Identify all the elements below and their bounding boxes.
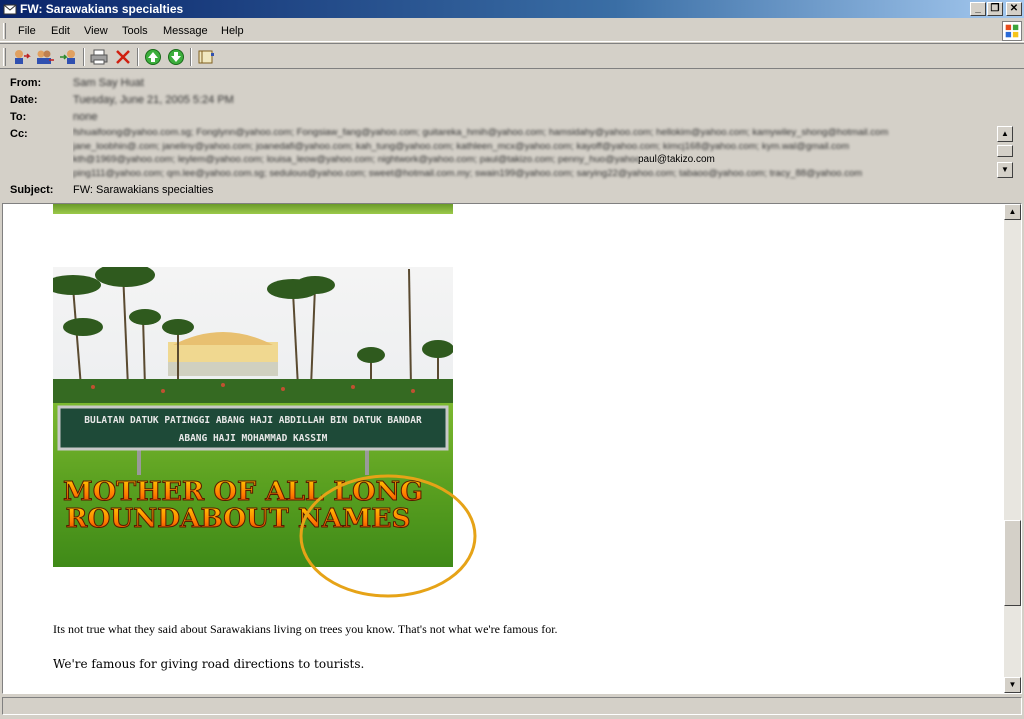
toolbar-separator [137, 48, 139, 66]
cc-line: ping111@yahoo.com; qm.lee@yahoo.com.sg; … [73, 167, 863, 179]
to-label: To: [10, 111, 27, 123]
cc-field[interactable]: fshuaifoong@yahoo.com.sg; Fonglynn@yahoo… [73, 126, 995, 182]
paragraph-directions: We're famous for giving road directions … [53, 657, 365, 671]
title-bar: FW: Sarawakians specialties _ ❐ ✕ [0, 0, 1024, 18]
print-icon[interactable] [89, 48, 109, 66]
subject-label: Subject: [10, 184, 54, 196]
next-icon[interactable] [166, 48, 186, 66]
from-label: From: [10, 77, 42, 89]
highlight-circle [299, 474, 477, 598]
message-header: From: Sam Say Huat Date: Tuesday, June 2… [0, 70, 1024, 202]
to-value: none [73, 111, 98, 123]
paragraph-trees: Its not true what they said about Sarawa… [53, 622, 558, 636]
status-bar [2, 697, 1022, 715]
scroll-thumb[interactable] [997, 145, 1013, 157]
cc-label: Cc: [10, 128, 28, 140]
date-label: Date: [10, 94, 38, 106]
toolbar [0, 43, 1024, 69]
scroll-thumb[interactable] [1004, 520, 1021, 606]
cc-line: fshuaifoong@yahoo.com.sg; Fonglynn@yahoo… [73, 127, 889, 138]
toolbar-separator [190, 48, 192, 66]
previous-image-bottom [53, 204, 453, 214]
toolbar-separator [83, 48, 85, 66]
restore-button[interactable]: ❐ [987, 2, 1003, 16]
sign-line-1: BULATAN DATUK PATINGGI ABANG HAJI ABDILL… [84, 415, 422, 426]
address-book-icon[interactable] [196, 48, 216, 66]
cc-scrollbar[interactable]: ▲ ▼ [997, 126, 1013, 180]
reply-icon[interactable] [11, 48, 31, 66]
scroll-down-icon[interactable]: ▼ [1004, 677, 1021, 693]
date-value: Tuesday, June 21, 2005 5:24 PM [73, 94, 234, 106]
envelope-icon [3, 4, 17, 15]
menu-grip [3, 23, 6, 39]
window-title: FW: Sarawakians specialties [20, 2, 184, 16]
cc-visible-address: paul@takizo.com [638, 153, 715, 167]
menu-edit[interactable]: Edit [51, 25, 70, 37]
scroll-up-icon[interactable]: ▲ [997, 126, 1013, 142]
delete-icon[interactable] [113, 48, 133, 66]
close-button[interactable]: ✕ [1006, 2, 1022, 16]
windows-logo-icon [1002, 21, 1022, 41]
message-content: BULATAN DATUK PATINGGI ABANG HAJI ABDILL… [3, 204, 1004, 693]
scroll-down-icon[interactable]: ▼ [997, 162, 1013, 178]
cc-line: kth@1969@yahoo.com; leylem@yahoo.com; lo… [73, 154, 662, 165]
previous-icon[interactable] [143, 48, 163, 66]
subject-value: FW: Sarawakians specialties [73, 184, 214, 196]
menu-message[interactable]: Message [163, 25, 208, 37]
scroll-up-icon[interactable]: ▲ [1004, 204, 1021, 220]
toolbar-grip [3, 48, 6, 66]
reply-all-icon[interactable] [35, 48, 55, 66]
from-value: Sam Say Huat [73, 77, 144, 89]
cc-line: jane_loobhin@.com; janeliny@yahoo.com; j… [73, 140, 850, 152]
menu-tools[interactable]: Tools [122, 25, 148, 37]
sign-line-2: ABANG HAJI MOHAMMAD KASSIM [179, 433, 328, 444]
minimize-button[interactable]: _ [970, 2, 986, 16]
menu-file[interactable]: File [18, 25, 36, 37]
message-scrollbar[interactable]: ▲ ▼ [1004, 204, 1021, 693]
menu-view[interactable]: View [84, 25, 108, 37]
forward-icon[interactable] [59, 48, 79, 66]
menu-help[interactable]: Help [221, 25, 244, 37]
menu-bar: File Edit View Tools Message Help [0, 20, 1024, 42]
message-body[interactable]: BULATAN DATUK PATINGGI ABANG HAJI ABDILL… [2, 203, 1022, 694]
